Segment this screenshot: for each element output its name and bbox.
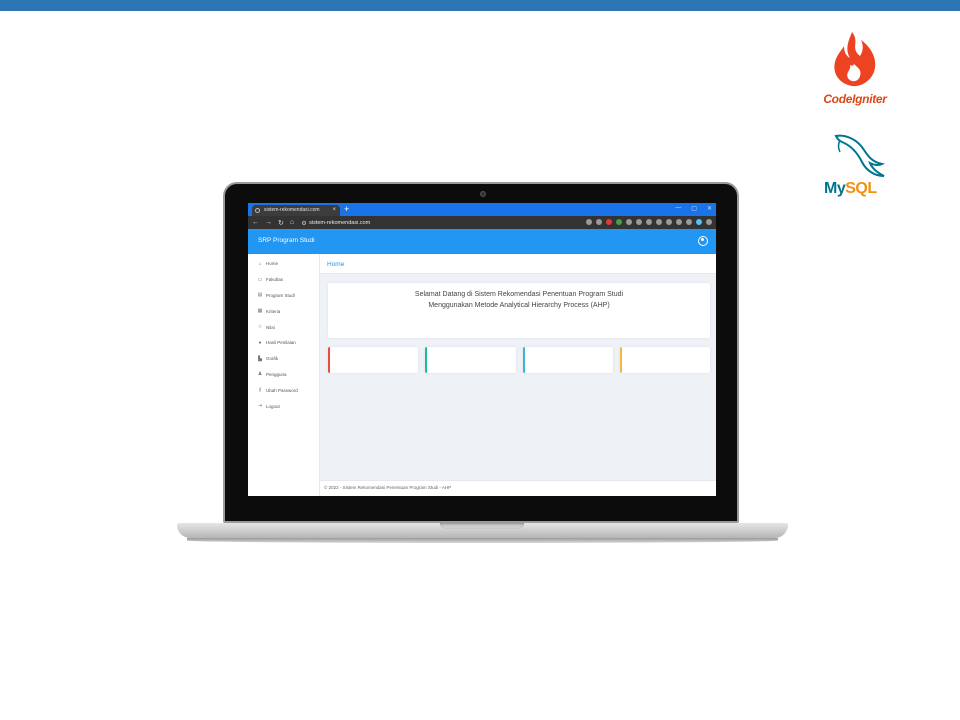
sidebar-item-hasil-penilaian[interactable]: ● Hasil Penilaian	[248, 335, 319, 351]
home-button-icon[interactable]: ⌂	[290, 219, 294, 227]
maximize-icon[interactable]: ▢	[691, 205, 697, 212]
browser-toolbar: ← → ↻ ⌂ sistem-rekomendasi.com	[248, 216, 716, 229]
sidebar-item-pengguna[interactable]: ♟ Pengguna	[248, 367, 319, 383]
sidebar-item-label: Fakultas	[266, 277, 284, 283]
logout-icon: ⇥	[257, 403, 263, 410]
sidebar-item-logout[interactable]: ⇥ Logout	[248, 398, 319, 414]
sidebar-item-program-studi[interactable]: ▤ Program Studi	[248, 288, 319, 304]
back-icon[interactable]: ←	[252, 219, 259, 227]
star-icon: ☆	[257, 324, 263, 331]
sidebar-icon[interactable]	[686, 219, 692, 225]
user-icon: ♟	[257, 371, 263, 378]
user-account-icon[interactable]	[698, 236, 708, 246]
extension-red-icon[interactable]	[606, 219, 612, 225]
presentation-slide: CodeIgniter MySQL sistem-rekomendasi.com…	[0, 0, 960, 720]
close-window-icon[interactable]: ✕	[707, 205, 712, 212]
sidebar-item-label: Hasil Penilaian	[266, 340, 296, 346]
puzzle-icon[interactable]	[676, 219, 682, 225]
address-url: sistem-rekomendasi.com	[309, 219, 371, 226]
chart-icon: ▙	[258, 355, 262, 362]
forward-icon[interactable]: →	[265, 219, 272, 227]
welcome-card: Selamat Datang di Sistem Rekomendasi Pen…	[328, 283, 710, 338]
profile-icon[interactable]	[696, 219, 702, 225]
stat-card	[328, 347, 419, 373]
footer-text: © 2022 - Sistem Rekomendasi Penentuan Pr…	[324, 485, 452, 490]
list-icon: ▤	[257, 292, 263, 299]
reload-icon[interactable]: ↻	[278, 219, 284, 227]
laptop-camera	[480, 191, 486, 197]
sidebar-item-home[interactable]: ⌂ Home	[248, 256, 319, 272]
address-bar[interactable]: sistem-rekomendasi.com	[302, 220, 370, 226]
sidebar-item-label: Home	[266, 261, 279, 267]
sidebar-item-nilai[interactable]: ☆ Nilai	[248, 319, 319, 335]
codeigniter-flame-icon	[834, 32, 876, 87]
stat-card	[425, 347, 516, 373]
codeigniter-logo: CodeIgniter	[820, 30, 890, 106]
browser-nav-buttons: ← → ↻ ⌂	[248, 219, 294, 227]
site-info-icon[interactable]	[302, 220, 307, 225]
stat-card	[619, 347, 710, 373]
mysql-sql-text: SQL	[845, 180, 877, 197]
sidebar-item-kriteria[interactable]: ▦ Kriteria	[248, 303, 319, 319]
new-tab-button[interactable]: +	[344, 204, 349, 215]
extension-icon[interactable]	[646, 219, 652, 225]
mysql-dolphin-icon	[834, 134, 886, 177]
browser-tab[interactable]: sistem-rekomendasi.com ×	[252, 205, 340, 216]
table-icon: ▦	[257, 308, 263, 315]
laptop-screen: sistem-rekomendasi.com × + — ▢ ✕ ← → ↻ ⌂…	[248, 203, 716, 496]
mysql-my-text: My	[824, 180, 846, 197]
app-title[interactable]: SRP Program Studi	[258, 237, 315, 244]
sidebar-item-label: Grafik	[266, 356, 279, 362]
tab-title: sistem-rekomendasi.com	[264, 207, 320, 213]
sidebar-item-label: Pengguna	[266, 371, 287, 377]
sidebar-item-label: Kriteria	[266, 308, 281, 314]
bookmark-star-icon[interactable]	[596, 219, 602, 225]
laptop-base-edge	[187, 538, 778, 543]
extension-green-icon[interactable]	[616, 219, 622, 225]
share-icon[interactable]	[586, 219, 592, 225]
extension-icons	[586, 219, 712, 225]
stat-card	[522, 347, 613, 373]
window-controls: — ▢ ✕	[675, 205, 712, 212]
tab-close-icon[interactable]: ×	[332, 205, 336, 216]
extension-icon[interactable]	[626, 219, 632, 225]
building-icon: ▭	[257, 276, 263, 283]
slide-top-bar	[0, 0, 960, 11]
home-icon: ⌂	[258, 260, 262, 267]
sidebar-item-label: Nilai	[266, 324, 275, 330]
sidebar-item-grafik[interactable]: ▙ Grafik	[248, 351, 319, 367]
menu-icon[interactable]	[706, 219, 712, 225]
mysql-logo: MySQL	[818, 132, 898, 202]
app-header: SRP Program Studi	[248, 229, 716, 254]
main-content: Home Selamat Datang di Sistem Rekomendas…	[320, 254, 716, 496]
sidebar-item-label: Program Studi	[266, 292, 295, 298]
laptop-notch	[440, 523, 524, 529]
globe-icon: ●	[258, 339, 262, 346]
sidebar-item-label: Logout	[266, 403, 280, 409]
browser-tab-strip: sistem-rekomendasi.com × + — ▢ ✕	[248, 203, 716, 216]
sidebar-nav: ⌂ Home ▭ Fakultas ▤ Program Studi ▦ Krit…	[248, 254, 320, 496]
breadcrumb-home[interactable]: Home	[327, 261, 344, 268]
mysql-logo-text: MySQL	[824, 180, 877, 198]
minimize-icon[interactable]: —	[675, 205, 681, 212]
extension-icon[interactable]	[656, 219, 662, 225]
app-footer: © 2022 - Sistem Rekomendasi Penentuan Pr…	[320, 480, 716, 496]
sidebar-item-ubah-password[interactable]: ⚷ Ubah Password	[248, 382, 319, 398]
welcome-subheading: Menggunakan Metode Analytical Hierarchy …	[428, 302, 610, 309]
extension-icon[interactable]	[636, 219, 642, 225]
breadcrumb: Home	[320, 254, 716, 274]
sidebar-item-fakultas[interactable]: ▭ Fakultas	[248, 272, 319, 288]
stat-cards	[328, 347, 710, 373]
codeigniter-logo-text: CodeIgniter	[823, 92, 887, 106]
extension-icon[interactable]	[666, 219, 672, 225]
key-icon: ⚷	[258, 387, 262, 394]
sidebar-item-label: Ubah Password	[266, 387, 298, 393]
welcome-heading: Selamat Datang di Sistem Rekomendasi Pen…	[414, 291, 624, 298]
tab-favicon-icon	[255, 208, 260, 213]
